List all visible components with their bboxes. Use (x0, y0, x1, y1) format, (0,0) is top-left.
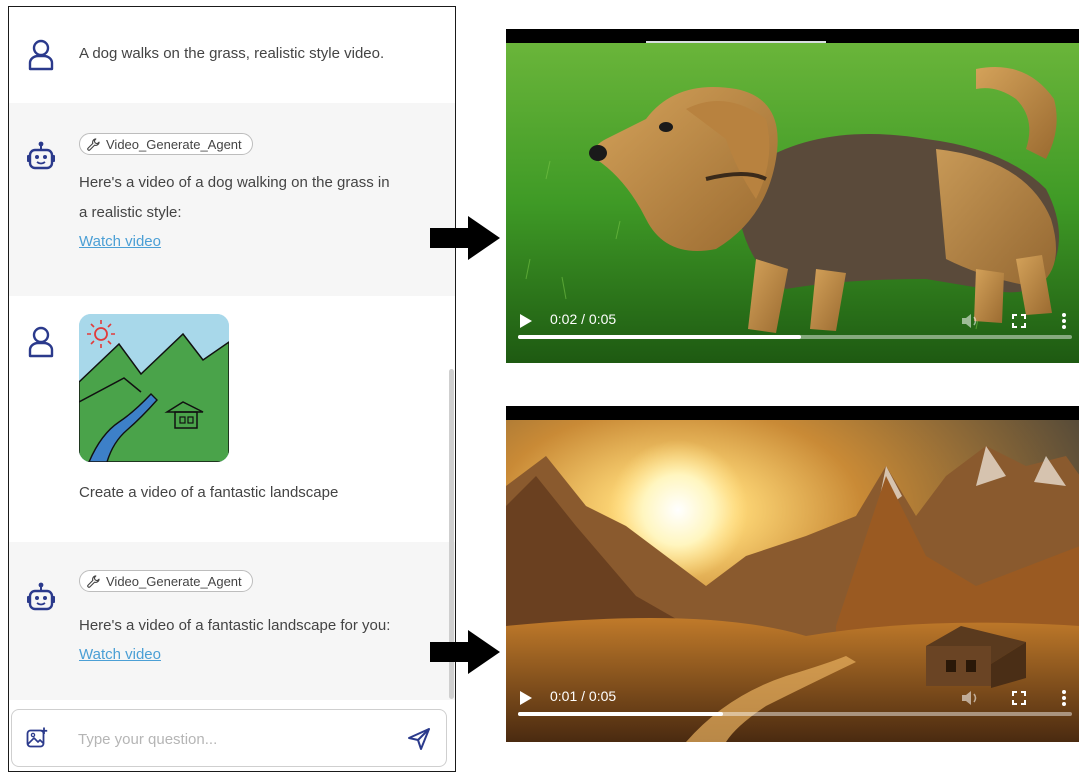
dog-video-player[interactable]: 0:02 / 0:05 (506, 29, 1079, 363)
more-options-icon[interactable] (1062, 689, 1066, 707)
arrow-right-icon (430, 216, 500, 260)
bot-message: Video_Generate_Agent Here's a video of a… (9, 103, 455, 296)
volume-icon[interactable] (962, 690, 980, 706)
user-message: Create a video of a fantastic landscape (9, 296, 455, 542)
progress-bar[interactable] (518, 712, 1072, 716)
question-input-bar (11, 709, 447, 767)
message-text-line: a realistic style: (79, 204, 182, 221)
fullscreen-icon[interactable] (1012, 314, 1026, 328)
time-display: 0:01 / 0:05 (550, 688, 617, 704)
robot-avatar-icon (27, 582, 55, 611)
tool-badge: Video_Generate_Agent (79, 133, 253, 155)
message-text-line: Here's a video of a dog walking on the g… (79, 174, 390, 191)
time-display: 0:02 / 0:05 (550, 311, 617, 327)
wrench-icon (87, 138, 100, 151)
message-text: A dog walks on the grass, realistic styl… (79, 45, 385, 62)
robot-avatar-icon (27, 141, 55, 170)
question-input[interactable] (76, 724, 390, 754)
play-icon[interactable] (520, 314, 532, 328)
user-message: A dog walks on the grass, realistic styl… (9, 7, 455, 103)
progress-fill (518, 335, 801, 339)
send-icon[interactable] (406, 726, 432, 752)
wrench-icon (87, 575, 100, 588)
tool-name: Video_Generate_Agent (106, 574, 242, 589)
fullscreen-icon[interactable] (1012, 691, 1026, 705)
video-controls: 0:01 / 0:05 (506, 680, 1079, 720)
image-upload-icon[interactable] (26, 727, 48, 749)
bot-message: Video_Generate_Agent Here's a video of a… (9, 542, 455, 700)
arrow-right-icon (430, 630, 500, 674)
more-options-icon[interactable] (1062, 312, 1066, 330)
chat-panel: A dog walks on the grass, realistic styl… (8, 6, 456, 772)
landscape-video-player[interactable]: 0:01 / 0:05 (506, 406, 1079, 742)
message-text: Create a video of a fantastic landscape (79, 484, 339, 501)
watch-video-link[interactable]: Watch video (79, 646, 161, 663)
play-icon[interactable] (520, 691, 532, 705)
landscape-drawing-image (79, 314, 229, 462)
progress-bar[interactable] (518, 335, 1072, 339)
tool-badge: Video_Generate_Agent (79, 570, 253, 592)
video-controls: 0:02 / 0:05 (506, 303, 1079, 343)
volume-icon[interactable] (962, 313, 980, 329)
user-avatar-icon (28, 39, 54, 71)
watch-video-link[interactable]: Watch video (79, 233, 161, 250)
user-avatar-icon (28, 326, 54, 358)
message-text-line: Here's a video of a fantastic landscape … (79, 617, 391, 634)
tool-name: Video_Generate_Agent (106, 137, 242, 152)
progress-fill (518, 712, 723, 716)
